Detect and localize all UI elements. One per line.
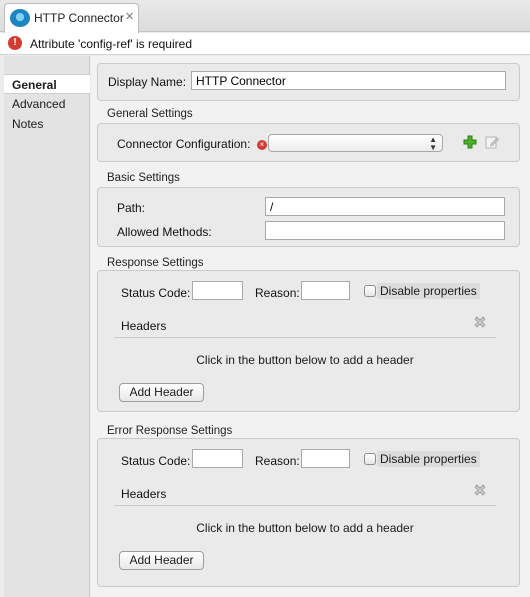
error-reason-label: Reason: (255, 454, 300, 468)
properties-panel: Display Name: HTTP Connector General Set… (91, 56, 530, 597)
sidebar: General Advanced Notes (4, 56, 90, 597)
display-name-label: Display Name: (108, 75, 187, 89)
globe-icon (10, 9, 30, 27)
basic-settings-title: Basic Settings (107, 172, 180, 184)
general-settings-group: Connector Configuration: × ▲ ▼ (97, 123, 520, 162)
error-status-code-label: Status Code: (121, 454, 191, 468)
editor-tab-strip: HTTP Connector ✕ (0, 0, 530, 33)
error-headers-label: Headers (121, 487, 167, 501)
connector-configuration-label: Connector Configuration: (117, 137, 251, 151)
sidebar-item-general[interactable]: General (4, 74, 90, 94)
sidebar-item-advanced[interactable]: Advanced (4, 94, 90, 114)
allowed-methods-input[interactable] (265, 221, 505, 240)
error-response-settings-group: Status Code: Reason: Disable properties … (97, 438, 520, 587)
error-response-settings-title: Error Response Settings (107, 425, 233, 437)
chevron-up-down-icon: ▲ ▼ (429, 135, 437, 152)
status-code-input[interactable] (192, 281, 243, 300)
remove-error-header-icon[interactable] (472, 482, 488, 498)
path-label: Path: (117, 201, 146, 215)
headers-divider (114, 337, 496, 338)
error-reason-input[interactable] (301, 449, 350, 468)
error-icon: ! (8, 36, 22, 50)
error-banner: ! Attribute 'config-ref' is required (0, 33, 530, 55)
error-status-code-input[interactable] (192, 449, 243, 468)
display-name-group: Display Name: HTTP Connector (97, 63, 520, 101)
error-add-header-button[interactable]: Add Header (119, 551, 204, 570)
error-disable-properties-checkbox[interactable] (364, 453, 376, 465)
empty-headers-message: Click in the button below to add a heade… (196, 353, 414, 367)
add-header-button[interactable]: Add Header (119, 383, 204, 402)
disable-properties-checkbox[interactable] (364, 285, 376, 297)
basic-settings-group: Path: / Allowed Methods: (97, 187, 520, 247)
status-code-label: Status Code: (121, 286, 191, 300)
response-settings-title: Response Settings (107, 257, 204, 269)
display-name-input[interactable]: HTTP Connector (191, 71, 506, 90)
connector-configuration-select[interactable]: ▲ ▼ (268, 134, 443, 152)
error-headers-divider (114, 505, 496, 506)
close-icon[interactable]: ✕ (125, 10, 134, 23)
error-empty-headers-message: Click in the button below to add a heade… (196, 521, 414, 535)
headers-label: Headers (121, 319, 167, 333)
add-icon[interactable] (463, 135, 477, 149)
sidebar-item-notes[interactable]: Notes (4, 114, 90, 134)
allowed-methods-label: Allowed Methods: (117, 225, 212, 239)
tab-title: HTTP Connector (34, 11, 124, 25)
reason-input[interactable] (301, 281, 350, 300)
response-settings-group: Status Code: Reason: Disable properties … (97, 270, 520, 412)
disable-properties-label[interactable]: Disable properties (377, 283, 480, 299)
reason-label: Reason: (255, 286, 300, 300)
error-marker-icon: × (257, 140, 267, 150)
error-message: Attribute 'config-ref' is required (30, 37, 192, 51)
error-disable-properties-label[interactable]: Disable properties (377, 451, 480, 467)
tab-http-connector[interactable]: HTTP Connector ✕ (4, 3, 139, 33)
remove-header-icon[interactable] (472, 314, 488, 330)
edit-icon[interactable] (485, 135, 499, 149)
path-input[interactable]: / (265, 197, 505, 216)
general-settings-title: General Settings (107, 108, 193, 120)
